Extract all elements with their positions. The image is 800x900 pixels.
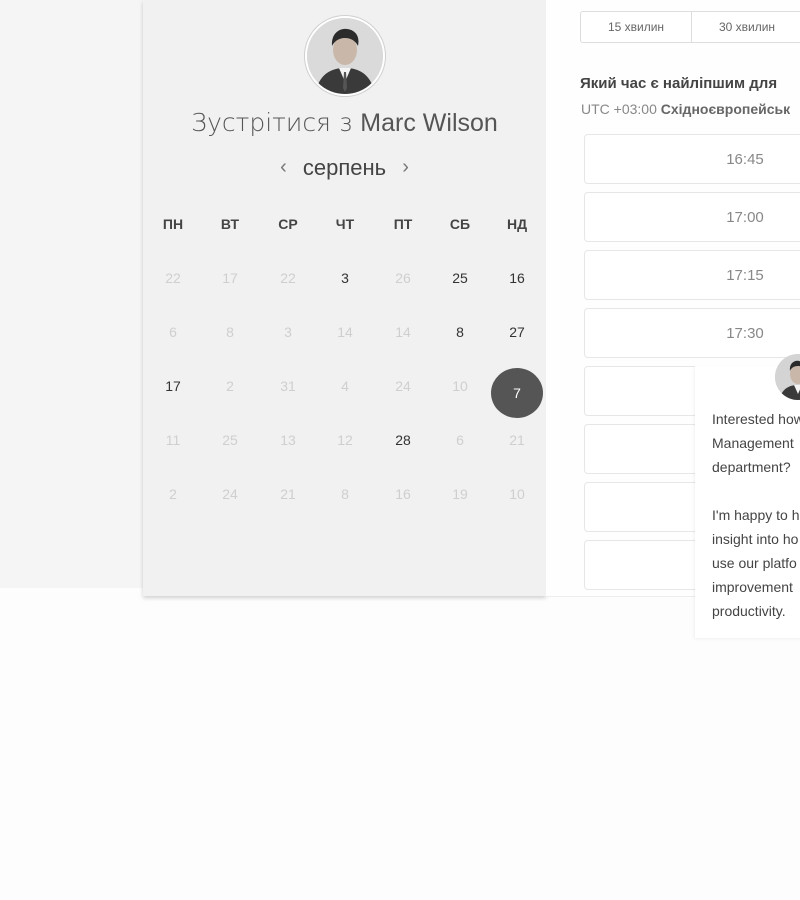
calendar-day: 21 [509,432,525,448]
time-slot-label: 16:45 [726,151,764,168]
timezone-label: UTC +03:00 Східноєвропейськ [581,101,790,117]
calendar-day: 22 [280,270,296,286]
calendar-day: 19 [452,486,468,502]
time-slot-label: 17:30 [726,325,764,342]
weekday-header: ЧТ [335,216,355,232]
calendar-day: 16 [395,486,411,502]
time-question: Який час є найліпшим для [580,75,778,92]
left-background [0,0,143,588]
calendar-day: 6 [169,324,177,340]
calendar-day: 10 [452,378,468,394]
calendar-day: 6 [456,432,464,448]
calendar-day: 12 [337,432,353,448]
calendar-day[interactable]: 17 [153,378,193,394]
calendar-day: 22 [165,270,181,286]
duration-tab-15[interactable]: 15 хвилин [581,12,691,42]
calendar-day: 3 [284,324,292,340]
weekday-header: ВТ [220,216,240,232]
calendar-day[interactable]: 3 [325,270,365,286]
calendar-day[interactable]: 28 [383,432,423,448]
meeting-title: Зустрітися з Marc Wilson [143,108,546,138]
calendar-day[interactable]: 8 [440,324,480,340]
title-prefix: Зустрітися з [191,108,353,137]
calendar-day[interactable]: 16 [497,270,537,286]
calendar-day: 25 [222,432,238,448]
weekday-header: ПТ [393,216,413,232]
calendar-day: 17 [222,270,238,286]
time-slot[interactable]: 17:15 [584,250,800,300]
timezone-offset: UTC +03:00 [581,101,657,117]
month-navigator: ‹ серпень › [143,155,546,181]
chat-message: Interested how Management department? I'… [712,411,800,619]
weekday-header: СБ [449,216,471,232]
calendar-day: 10 [509,486,525,502]
month-label: серпень [302,155,387,180]
chevron-left-icon[interactable]: ‹ [270,156,297,179]
calendar-day: 8 [226,324,234,340]
calendar-day: 21 [280,486,296,502]
time-slot[interactable]: 17:00 [584,192,800,242]
calendar-day: 24 [395,378,411,394]
time-slot[interactable]: 17:30 [584,308,800,358]
timezone-name: Східноєвропейськ [660,101,791,117]
calendar-day: 14 [395,324,411,340]
calendar-day: 2 [226,378,234,394]
duration-tab-30[interactable]: 30 хвилин [691,12,800,42]
weekday-header: НД [506,216,528,232]
calendar-day[interactable]: 25 [440,270,480,286]
host-avatar [305,16,385,96]
calendar-day: 13 [280,432,296,448]
time-slot[interactable]: 16:45 [584,134,800,184]
calendar-day: 2 [169,486,177,502]
calendar-day: 4 [341,378,349,394]
calendar-day[interactable]: 27 [497,324,537,340]
calendar-day: 24 [222,486,238,502]
calendar-day: 11 [165,432,181,448]
time-slot-label: 17:00 [726,209,764,226]
weekday-header: СР [278,216,298,232]
duration-tabs: 15 хвилин 30 хвилин [580,11,800,43]
calendar-day-selected[interactable]: 7 [491,368,543,418]
calendar-day: 8 [341,486,349,502]
calendar-day: 14 [337,324,353,340]
time-slot-label: 17:15 [726,267,764,284]
calendar-day: 31 [280,378,296,394]
host-name: Marc Wilson [360,109,498,137]
weekday-header: ПН [162,216,184,232]
calendar-day: 26 [395,270,411,286]
chevron-right-icon[interactable]: › [392,156,419,179]
